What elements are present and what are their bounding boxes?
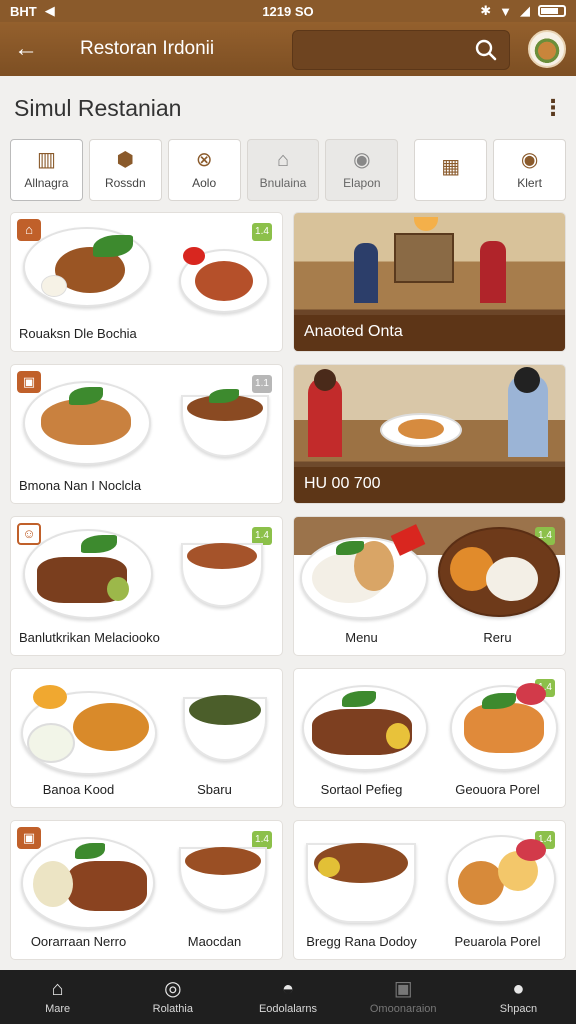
card-label: Reru bbox=[483, 630, 512, 645]
menu-card[interactable]: 1.4 Sortaol Pefieg Geouora Porel bbox=[293, 668, 566, 808]
building-icon: ▥ bbox=[36, 149, 56, 171]
card-label: Sortaol Pefieg bbox=[320, 782, 403, 797]
category-badge-icon: ▣ bbox=[17, 371, 41, 393]
card-label: Geouora Porel bbox=[455, 782, 540, 797]
card-label: Banoa Kood bbox=[42, 782, 115, 797]
card-label: Peuarola Porel bbox=[454, 934, 541, 949]
category-label: Allnagra bbox=[24, 176, 69, 190]
category-label: Klert bbox=[517, 176, 542, 190]
columns-icon: ▦ bbox=[441, 156, 461, 178]
menu-card[interactable]: ⌂ 1.4 Rouaksn Dle Bochia bbox=[10, 212, 283, 352]
app-bar: ← Restoran Irdonii bbox=[0, 22, 576, 76]
status-bar: BHT ◀ 1219 SO ✱ ▼ ◢ bbox=[0, 0, 576, 22]
signal-icon: ◀ bbox=[44, 3, 55, 18]
category-badge-icon: ⌂ bbox=[17, 219, 41, 241]
tab-search[interactable]: ◎ Rolathia bbox=[115, 970, 230, 1024]
search-place-icon: ◉ bbox=[353, 149, 371, 171]
tab-chat[interactable]: ◓ Eodolalarns bbox=[230, 970, 345, 1024]
category-badge-icon: ☺ bbox=[17, 523, 41, 545]
rating-badge: 1.4 bbox=[252, 223, 272, 241]
tab-label: Rolathia bbox=[152, 1003, 193, 1015]
tab-home[interactable]: ⌂ Mare bbox=[0, 970, 115, 1024]
tab-label: Mare bbox=[45, 1003, 71, 1015]
app-title: Restoran Irdonii bbox=[80, 38, 215, 59]
menu-card[interactable]: 1.4 Bregg Rana Dodoy Peuarola Porel bbox=[293, 820, 566, 960]
menu-card[interactable]: ▣ 1.4 Oorarraan Nerro Maocdan bbox=[10, 820, 283, 960]
category-label: Aolo bbox=[192, 176, 217, 190]
chat-icon: ◓ bbox=[281, 978, 295, 1000]
card-label: Bregg Rana Dodoy bbox=[306, 934, 417, 949]
avatar[interactable] bbox=[528, 30, 566, 68]
home-icon: ⌂ bbox=[51, 978, 64, 1000]
tab-label: Omoonaraion bbox=[369, 1003, 437, 1015]
food-icon: ⬢ bbox=[116, 149, 135, 171]
card-label: Maocdan bbox=[187, 934, 242, 949]
photo-caption: Anaoted Onta bbox=[294, 315, 565, 351]
cell-signal-icon: ◢ bbox=[520, 3, 530, 18]
tab-profile[interactable]: ● Shpacn bbox=[461, 970, 576, 1024]
page-header: Simul Restanian ⋮ bbox=[0, 86, 576, 130]
bluetooth-icon: ✱ bbox=[480, 3, 492, 18]
category-bar: ▥ Allnagra ⬢ Rossdn ⊗ Aolo ⌂ Bnulaina ◉ Elapo… bbox=[10, 139, 567, 201]
restaurant-photo-card[interactable]: Anaoted Onta bbox=[293, 212, 566, 352]
category-item[interactable]: ▥ Allnagra bbox=[10, 139, 83, 201]
card-label: Bmona Nan I Noclcla bbox=[19, 478, 142, 493]
card-label: Menu bbox=[345, 630, 378, 645]
restaurant-photo-card[interactable]: HU 00 700 bbox=[293, 364, 566, 504]
store-icon: ⌂ bbox=[276, 149, 290, 171]
card-label: Banlutkrikan Melaciooko bbox=[19, 630, 160, 645]
category-item[interactable]: ◉ Elapon bbox=[325, 139, 399, 201]
location-icon: ◉ bbox=[520, 149, 539, 171]
card-label: Sbaru bbox=[197, 782, 232, 797]
image-icon: ▣ bbox=[393, 978, 413, 1000]
page-title: Simul Restanian bbox=[14, 94, 182, 121]
wifi-icon: ▼ bbox=[499, 3, 512, 19]
menu-card[interactable]: 1.4 Menu Reru bbox=[293, 516, 566, 656]
search-box[interactable] bbox=[292, 30, 510, 70]
restaurant-interior-image: Anaoted Onta bbox=[294, 213, 565, 351]
category-badge-icon: ▣ bbox=[17, 827, 41, 849]
category-item[interactable]: ◉ Klert bbox=[493, 139, 567, 201]
category-label: Rossdn bbox=[104, 176, 146, 190]
card-label: Rouaksn Dle Bochia bbox=[19, 326, 137, 341]
photo-caption: HU 00 700 bbox=[294, 467, 565, 503]
search-icon[interactable] bbox=[475, 39, 497, 61]
tab-gallery[interactable]: ▣ Omoonaraion bbox=[346, 970, 461, 1024]
menu-card[interactable]: ☺ 1.4 Banlutkrikan Melaciooko bbox=[10, 516, 283, 656]
rating-badge: 1.1 bbox=[252, 375, 272, 393]
tab-label: Eodolalarns bbox=[258, 1003, 318, 1015]
restaurant-dining-image: HU 00 700 bbox=[294, 365, 565, 503]
category-label: Elapon bbox=[343, 176, 381, 190]
carrier-label: BHT bbox=[10, 3, 37, 19]
category-item[interactable]: ▦ bbox=[414, 139, 488, 201]
tab-label: Shpacn bbox=[499, 1003, 538, 1015]
category-item[interactable]: ⌂ Bnulaina bbox=[246, 139, 320, 201]
menu-card[interactable]: Banoa Kood Sbaru bbox=[10, 668, 283, 808]
category-label: Bnulaina bbox=[259, 176, 307, 190]
cutlery-icon: ⊗ bbox=[195, 149, 213, 171]
restaurant-grid: ⌂ 1.4 Rouaksn Dle Bochia Anaoted Onta ▣ … bbox=[10, 212, 566, 960]
bottom-tab-bar: ⌂ Mare ◎ Rolathia ◓ Eodolalarns ▣ Omoonaraio… bbox=[0, 970, 576, 1024]
more-options-icon[interactable]: ⋮ bbox=[542, 95, 564, 121]
search-icon: ◎ bbox=[164, 978, 182, 1000]
profile-icon: ● bbox=[512, 978, 525, 1000]
category-item[interactable]: ⬢ Rossdn bbox=[88, 139, 162, 201]
menu-card[interactable]: ▣ 1.1 Bmona Nan I Noclcla bbox=[10, 364, 283, 504]
category-item[interactable]: ⊗ Aolo bbox=[167, 139, 241, 201]
search-input[interactable] bbox=[301, 39, 461, 63]
back-arrow-icon[interactable]: ← bbox=[12, 35, 40, 63]
battery-icon bbox=[538, 5, 566, 17]
card-label: Oorarraan Nerro bbox=[30, 934, 127, 949]
